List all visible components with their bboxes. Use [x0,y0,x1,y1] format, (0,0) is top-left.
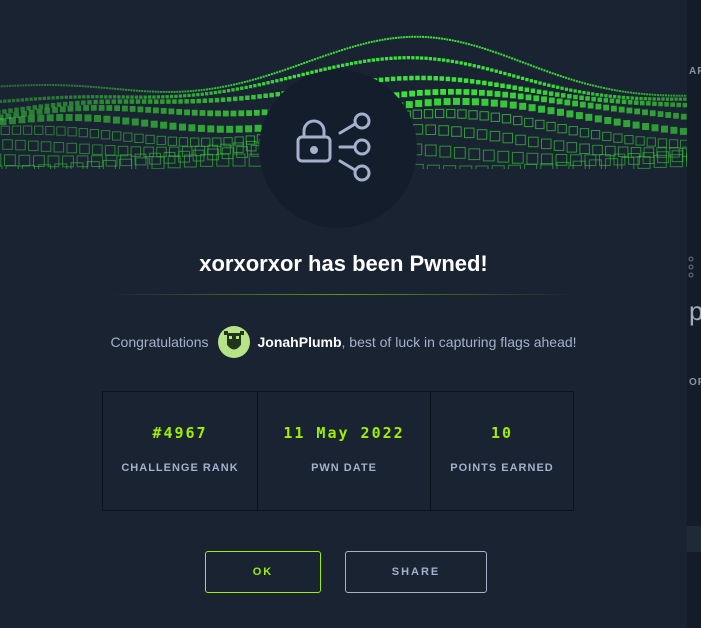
stat-label: POINTS EARNED [450,462,554,474]
stat-label: CHALLENGE RANK [121,462,239,474]
stat-points-earned: 10 POINTS EARNED [431,392,573,510]
congrats-prefix: Congratulations [110,334,209,350]
background-text-big: p [689,296,701,326]
congrats-message: Congratulations JonahPlumb , best of luc… [0,326,687,358]
stat-value: 11 May 2022 [283,424,405,442]
stat-challenge-rank: #4967 CHALLENGE RANK [103,392,258,510]
challenge-icon-badge [259,70,417,228]
congrats-suffix: , best of luck in capturing flags ahead! [341,334,577,350]
dots-icon [688,256,694,278]
user-avatar[interactable] [217,326,250,358]
stat-value: 10 [490,424,514,442]
stat-pwn-date: 11 May 2022 PWN DATE [258,392,431,510]
stats-grid: #4967 CHALLENGE RANK 11 May 2022 PWN DAT… [102,391,574,511]
background-text-mid: OR [689,377,701,388]
share-button[interactable]: SHARE [345,551,487,593]
lock-network-icon [296,112,371,182]
username[interactable]: JonahPlumb [258,334,342,350]
background-text-top: AR [689,66,701,77]
background-bar [687,526,701,552]
background-panel: AR p OR [687,0,701,628]
title-divider [108,294,574,295]
stat-value: #4967 [152,424,208,442]
ok-button[interactable]: OK [205,551,321,593]
stat-label: PWN DATE [311,462,377,474]
dialog-title: xorxorxor has been Pwned! [199,251,488,276]
pwned-dialog: xorxorxor has been Pwned! Congratulation… [0,0,687,628]
